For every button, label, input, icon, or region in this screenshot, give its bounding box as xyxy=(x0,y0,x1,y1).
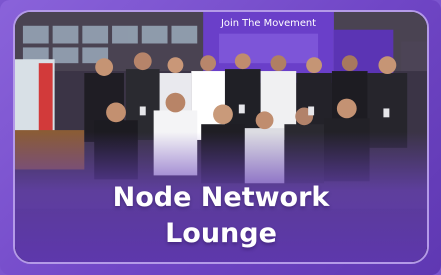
card-background: Join The Movement Node Network Lounge xyxy=(0,0,441,275)
card-title-line2: Lounge xyxy=(165,218,277,249)
card-title: Node Network Lounge xyxy=(15,180,427,252)
card-title-line1: Node Network xyxy=(112,182,330,213)
banner-text: Join The Movement xyxy=(220,18,316,29)
lounge-card[interactable]: Join The Movement Node Network Lounge xyxy=(13,10,429,264)
